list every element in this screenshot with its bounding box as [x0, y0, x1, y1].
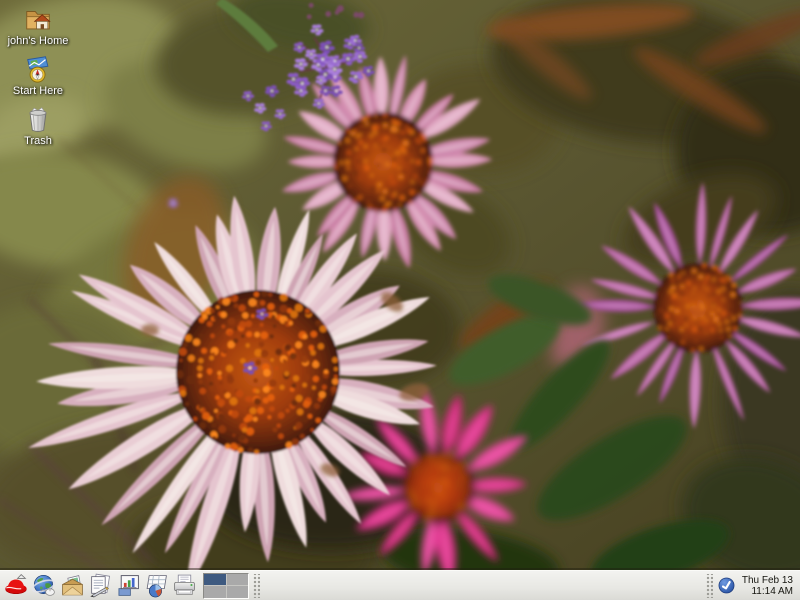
workspace-2[interactable]	[227, 574, 249, 586]
word-processor-launcher[interactable]	[87, 572, 114, 599]
presentation-icon	[116, 573, 141, 598]
email-icon	[60, 573, 85, 598]
workspace-4[interactable]	[227, 586, 249, 598]
workspace-3[interactable]	[204, 586, 226, 598]
main-menu-button[interactable]	[3, 572, 30, 599]
workspace-1[interactable]	[204, 574, 226, 586]
trash-icon	[23, 104, 53, 134]
clock-date: Thu Feb 13	[742, 575, 793, 586]
word-processor-icon	[88, 573, 113, 598]
desktop-icon-label: Trash	[24, 135, 52, 147]
desktop-icon-label: Start Here	[13, 85, 63, 97]
start-here-icon	[23, 54, 53, 84]
workspace-switcher[interactable]	[203, 573, 249, 599]
panel-clock[interactable]: Thu Feb 13 11:14 AM	[738, 575, 797, 597]
update-check-icon	[718, 577, 735, 594]
web-browser-launcher[interactable]	[31, 572, 58, 599]
desktop-icon-label: john's Home	[8, 35, 69, 47]
printer-icon	[172, 573, 197, 598]
desktop-icon-start-here[interactable]: Start Here	[2, 54, 74, 97]
desktop-icon-trash[interactable]: Trash	[2, 104, 74, 147]
clock-time: 11:14 AM	[742, 586, 793, 597]
wallpaper-coneflower-photo	[0, 0, 800, 600]
web-browser-icon	[32, 573, 57, 598]
desktop-icon-column: john's Home Start Here	[2, 4, 74, 147]
spreadsheet-launcher[interactable]	[143, 572, 170, 599]
red-hat-icon	[4, 573, 29, 598]
panel-spacer	[264, 571, 702, 600]
desktop-icon-johns-home[interactable]: john's Home	[2, 4, 74, 47]
panel-drag-handle-right[interactable]	[706, 574, 713, 598]
email-launcher[interactable]	[59, 572, 86, 599]
update-notification-button[interactable]	[717, 575, 737, 597]
taskbar-panel: Thu Feb 13 11:14 AM	[0, 570, 800, 600]
desktop: john's Home Start Here	[0, 0, 800, 600]
home-folder-icon	[23, 4, 53, 34]
spreadsheet-icon	[144, 573, 169, 598]
printer-launcher[interactable]	[171, 572, 198, 599]
presentation-launcher[interactable]	[115, 572, 142, 599]
panel-drag-handle[interactable]	[253, 574, 260, 598]
